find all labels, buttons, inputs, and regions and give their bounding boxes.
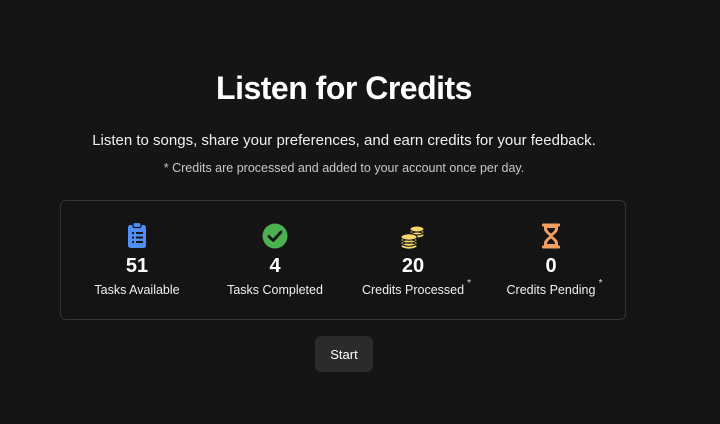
asterisk-marker: * [598, 278, 603, 289]
page: Listen for Credits Listen to songs, shar… [0, 0, 720, 424]
page-subtitle: Listen to songs, share your preferences,… [92, 132, 596, 149]
start-button[interactable]: Start [315, 336, 373, 372]
stat-label: Tasks Completed [227, 283, 323, 297]
hourglass-icon [542, 223, 560, 249]
stat-label-text: Credits Pending [506, 283, 596, 297]
stat-tasks-completed: 4 Tasks Completed [205, 221, 345, 299]
stat-label: Credits Pending * [506, 278, 603, 297]
asterisk-marker: * [467, 278, 472, 289]
stat-value: 51 [125, 255, 149, 277]
stat-tasks-available: 51 Tasks Available [67, 221, 207, 299]
credits-note: * Credits are processed and added to you… [163, 161, 525, 175]
page-title: Listen for Credits [216, 70, 472, 106]
stat-label: Credits Processed * [361, 278, 471, 297]
stat-credits-processed: 20 Credits Processed * [343, 221, 483, 299]
check-circle-icon [262, 223, 288, 249]
stat-value: 0 [545, 255, 557, 277]
stats-card: 51 Tasks Available 4 Tasks Completed 20 … [60, 200, 626, 320]
stat-credits-pending: 0 Credits Pending * [481, 221, 621, 299]
stat-label-text: Tasks Completed [227, 283, 323, 297]
coins-icon [400, 225, 425, 250]
stat-label: Tasks Available [94, 283, 179, 297]
clipboard-list-icon [128, 221, 146, 248]
stat-label-text: Tasks Available [94, 283, 180, 297]
stat-value: 20 [401, 255, 425, 277]
stat-label-text: Credits Processed [361, 283, 465, 297]
stat-value: 4 [269, 255, 281, 277]
